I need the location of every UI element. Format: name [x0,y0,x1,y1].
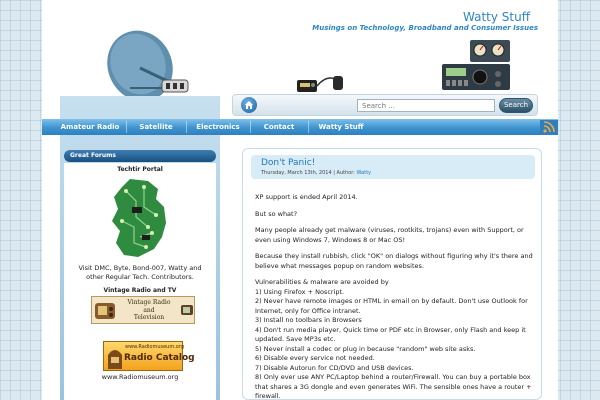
vintage-radio-title[interactable]: Vintage Radio and TV [64,287,216,294]
nav-item-contact[interactable]: Contact [254,119,304,135]
nav-item-satellite[interactable]: Satellite [130,119,182,135]
post-paragraph: But so what? [255,209,298,218]
vintage-logo-line1: Vintage Radio [127,299,171,306]
nav-divider [126,121,127,133]
post-meta: Thursday, March 13th, 2014 | Author: Wat… [261,170,371,176]
post-list-item: 1) Using Firefox + Noscript. [255,287,345,296]
post-title[interactable]: Don't Panic! [261,158,315,168]
home-icon[interactable] [241,97,257,113]
post-paragraph: Because they install rubbish, click "OK"… [255,252,533,270]
cb-radio-image [297,76,343,92]
radio-set-icon [95,303,115,319]
nav-item-watty-stuff[interactable]: Watty Stuff [312,119,370,135]
radiomuseum-logo[interactable]: www.Radiomuseum.org Radio Catalog [103,341,195,371]
nav-item-electronics[interactable]: Electronics [190,119,246,135]
nav-divider [186,121,187,133]
house-icon [245,101,253,109]
post-date: Thursday, March 13th, 2014 | Author: [261,170,355,176]
tv-set-icon [181,305,193,315]
search-input[interactable] [357,99,495,112]
post-paragraph: XP support is ended April 2014. [255,193,358,201]
post-list-item: 7) Disable Autorun for CD/DVD and USB de… [255,363,414,372]
nav-divider [308,121,309,133]
site-tagline: Musings on Technology, Broadband and Con… [312,24,538,32]
post-list-item: 8) Only ever use ANY PC/Laptop behind a … [255,373,532,400]
post-list-item: 4) Don't run media player, Quick time or… [255,325,526,344]
techtir-portal-title[interactable]: Techtir Portal [64,166,216,173]
techtir-ireland-logo[interactable] [108,177,170,261]
post-author-link[interactable]: Watty [357,170,372,176]
post-paragraph: Many people already get malware (viruses… [255,226,524,244]
techtir-caption: Visit DMC, Byte, Bond-007, Watty and oth… [78,264,202,281]
vintage-logo-line2: and [143,306,155,314]
rss-icon[interactable] [540,120,558,134]
search-bar: Search [232,94,538,116]
widget-great-forums: Techtir Portal Visit DMC, Byte, Bond-007… [64,163,216,400]
antique-radio-icon [108,350,122,369]
site-title[interactable]: Watty Stuff [463,10,530,24]
radiomuseum-logo-title: Radio Catalog [124,353,195,363]
nav-item-amateur-radio[interactable]: Amateur Radio [58,119,122,135]
post-header: Don't Panic! Thursday, March 13th, 2014 … [251,155,535,179]
post-container: Don't Panic! Thursday, March 13th, 2014 … [242,148,542,400]
nav-divider [250,121,251,133]
search-button[interactable]: Search [499,98,533,113]
radiomuseum-logo-url: www.Radiomuseum.org [125,344,184,350]
page: Watty Stuff Musings on Technology, Broad… [42,0,558,400]
post-list-item: 6) Disable every service not needed. [255,354,375,362]
post-list-item: 5) Never install a codec or plug in beca… [255,344,476,353]
post-body: XP support is ended April 2014. But so w… [255,193,535,400]
post-list-intro: Vulnerabilities & malware are avoided by [255,278,389,286]
vintage-radio-logo[interactable]: Vintage Radio and Television [91,296,195,324]
widget-title-great-forums: Great Forums [64,150,216,162]
post-list-item: 2) Never have remote images or HTML in e… [255,297,528,315]
ham-radio-image [440,38,512,92]
post-list-item: 3) Install no toolbars in Browsers [255,316,362,324]
radiomuseum-caption[interactable]: www.Radiomuseum.org [64,373,216,381]
main-nav: Amateur Radio Satellite Electronics Cont… [42,119,558,135]
vintage-logo-line3: Television [133,314,165,321]
